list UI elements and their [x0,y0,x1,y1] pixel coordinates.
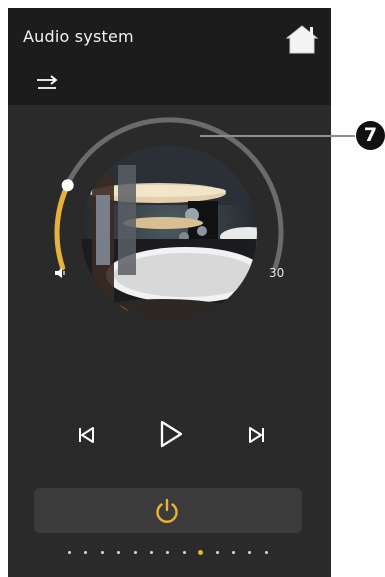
page-dot-active[interactable] [198,550,204,555]
volume-level-arc [54,182,71,271]
page-dot[interactable] [215,551,219,554]
page-dot[interactable] [182,551,186,554]
callout-badge: 7 [356,121,385,150]
page-dot[interactable] [232,551,235,554]
page-dot[interactable] [264,551,268,554]
speaker-icon [55,268,65,278]
page-dot[interactable] [100,551,104,554]
page-dot[interactable] [68,551,71,554]
page-dot[interactable] [133,551,137,554]
previous-icon[interactable] [71,420,101,450]
play-icon[interactable] [153,417,187,451]
album-art [81,145,257,321]
header-bar: Audio system [8,8,331,105]
volume-knob[interactable] [61,179,74,192]
page-title: Audio system [23,27,134,46]
page-indicator [58,549,288,559]
screenshot-stage: Audio system 30 7 [0,0,385,577]
volume-dial[interactable] [8,105,331,365]
callout-leader-line [200,135,355,137]
page-dot[interactable] [150,551,153,554]
page-dot[interactable] [166,551,170,554]
swap-arrows-icon[interactable] [34,74,60,94]
next-icon[interactable] [242,420,272,450]
page-dot[interactable] [84,551,88,554]
power-icon [156,498,178,523]
page-dot[interactable] [117,551,121,554]
page-dot[interactable] [248,551,252,554]
home-icon[interactable] [285,22,319,56]
power-button[interactable] [34,488,302,533]
audio-panel: Audio system 30 [8,8,331,577]
volume-max-label: 30 [269,266,285,280]
